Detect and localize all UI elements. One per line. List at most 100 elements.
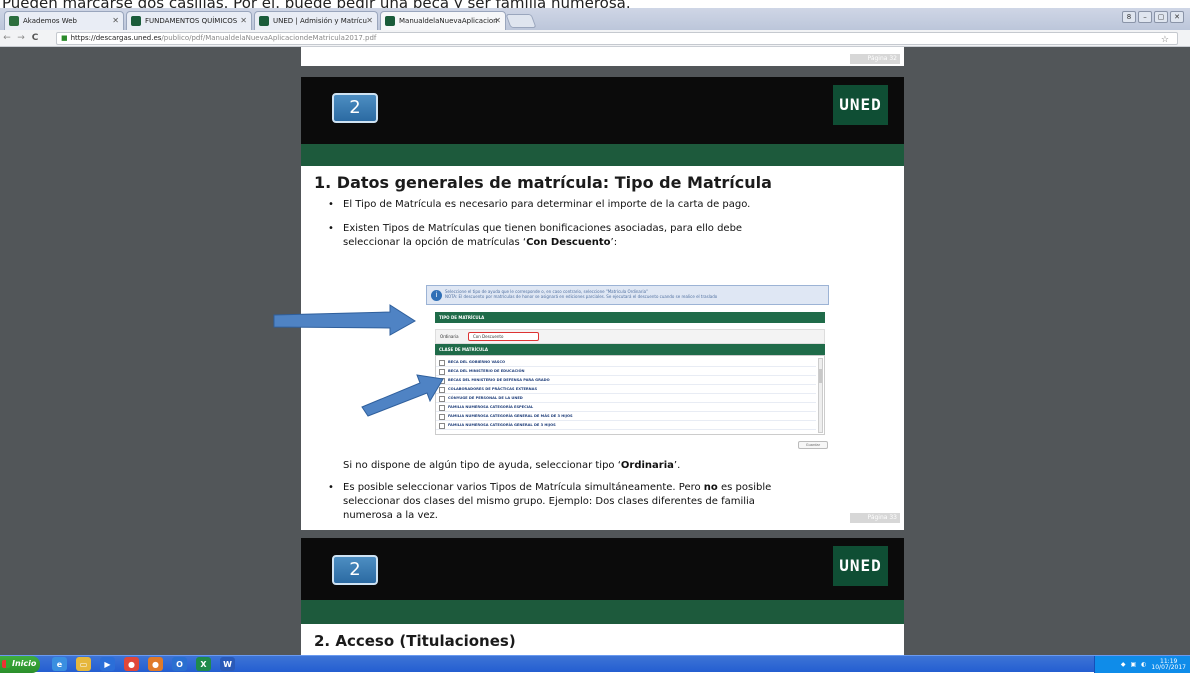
browser-toolbar: ← → C ■ https://descargas.uned.es/publico… (0, 30, 1190, 47)
excel-icon[interactable]: X (196, 657, 211, 671)
url-path: /publico/pdf/ManualdelaNuevaAplicacionde… (161, 34, 377, 42)
address-bar[interactable]: ■ https://descargas.uned.es/publico/pdf/M… (56, 32, 1178, 45)
tab-label: FUNDAMENTOS QUÍMICOS (145, 17, 238, 25)
bookmark-star-icon[interactable]: ☆ (1161, 35, 1169, 46)
bullet-dot-icon: • (328, 482, 334, 493)
ie-icon[interactable]: e (52, 657, 67, 671)
media-player-icon[interactable]: ▶ (100, 657, 115, 671)
slide-header-band (301, 538, 904, 600)
bullet-dot-icon: • (328, 199, 334, 210)
list-item: FAMILIA NUMEROSA CATEGORÍA GENERAL DE 3 … (436, 421, 816, 430)
highlight-box: Con Descuento (468, 332, 539, 341)
bullet-bold: no (703, 482, 718, 493)
section-number-box: 2 (332, 555, 378, 585)
outlook-icon[interactable]: O (172, 657, 187, 671)
forward-button[interactable]: → (14, 33, 28, 43)
close-icon[interactable]: ✕ (494, 16, 501, 25)
url-host: https://descargas.uned.es (70, 34, 162, 42)
page-number: Página 33 (850, 513, 900, 523)
close-icon[interactable]: ✕ (112, 16, 119, 25)
note-pre: Si no dispone de algún tipo de ayuda, se… (343, 460, 621, 471)
close-window-button[interactable]: ✕ (1170, 11, 1184, 23)
minimize-button[interactable]: – (1138, 11, 1152, 23)
note-bold: Ordinaria (620, 460, 674, 471)
list-scrollbar (818, 358, 823, 433)
tab-akademos[interactable]: Akademos Web ✕ (4, 11, 124, 30)
browser-tab-strip: Akademos Web ✕ FUNDAMENTOS QUÍMICOS ✕ UN… (0, 8, 1190, 30)
list-item: FAMILIA NUMEROSA CATEGORÍA ESPECIAL (436, 403, 816, 412)
tab-label: Akademos Web (23, 17, 77, 25)
word-icon[interactable]: W (220, 657, 235, 671)
bullet-text: Existen Tipos de Matrículas que tienen b… (343, 223, 743, 234)
bullet-text: numerosa a la vez. (343, 510, 438, 521)
embedded-screenshot: i Seleccione el tipo de ayuda que le cor… (426, 285, 829, 449)
window-controls: 8 – ▢ ✕ (1122, 11, 1184, 23)
option-list: BECA DEL GOBIERNO VASCO BECA DEL MINISTE… (435, 355, 825, 435)
system-tray: ◆ ▣ ◐ 11:19 10/07/2017 (1094, 656, 1190, 673)
tab-label: UNED | Admisión y Matrícu (273, 17, 367, 25)
list-item: FAMILIA NUMEROSA CATEGORÍA GENERAL DE MÁ… (436, 412, 816, 421)
folder-icon[interactable]: ▭ (76, 657, 91, 671)
list-item: BECA DEL MINISTERIO DE EDUCACIÓN (436, 367, 816, 376)
firefox-icon[interactable]: ● (148, 657, 163, 671)
reload-button[interactable]: C (28, 33, 42, 43)
info-text: NOTA: El descuento por matrículas de hon… (445, 294, 718, 299)
bullet-bold: Con Descuento (526, 237, 611, 248)
info-bar: i Seleccione el tipo de ayuda que le cor… (426, 285, 829, 305)
page-number: Página 32 (850, 54, 900, 64)
arrow-diagonal-icon (361, 374, 444, 417)
section-number-box: 2 (332, 93, 378, 123)
radio-con-descuento: Con Descuento (473, 334, 504, 339)
user-button[interactable]: 8 (1122, 11, 1136, 23)
bullet-text: es posible (717, 482, 772, 493)
list-item: BECA DEL GOBIERNO VASCO (436, 358, 816, 367)
pdf-page-previous: Página 32 (301, 47, 904, 66)
clock-date: 10/07/2017 (1151, 663, 1186, 671)
slide-title: 1. Datos generales de matrícula: Tipo de… (314, 173, 772, 192)
bullet-text: seleccionar la opción de matrículas ‘ (343, 237, 527, 248)
slide-green-band (301, 600, 904, 624)
start-label: Inicio (12, 659, 37, 668)
tab-manual-pdf[interactable]: ManualdelaNuevaAplicacion ✕ (380, 11, 506, 30)
pdf-viewer[interactable]: Página 32 2 UNED 1. Datos generales de m… (0, 47, 1190, 655)
lock-icon: ■ (61, 34, 68, 42)
uned-logo: UNED (833, 546, 888, 586)
list-item: BECAS DEL MINISTERIO DE DEFENSA PARA GRA… (436, 376, 816, 385)
slide-header-band (301, 77, 904, 144)
pdf-page-next: 2 UNED 2. Acceso (Titulaciones) (301, 538, 904, 655)
slide-green-band (301, 144, 904, 166)
uned-favicon-icon (385, 16, 395, 26)
clock[interactable]: 11:19 10/07/2017 (1151, 658, 1186, 671)
network-icon[interactable]: ▣ (1130, 661, 1136, 668)
list-item: CÓNYUGE DE PERSONAL DE LA UNED (436, 394, 816, 403)
close-icon[interactable]: ✕ (366, 16, 373, 25)
back-button[interactable]: ← (0, 33, 14, 43)
uned-favicon-icon (259, 16, 269, 26)
tab-label: ManualdelaNuevaAplicacion (399, 17, 498, 25)
bullet-text: Es posible seleccionar varios Tipos de M… (343, 482, 704, 493)
uned-logo: UNED (833, 85, 888, 125)
windows-flag-icon (2, 660, 10, 668)
bullet-text: ’: (610, 237, 618, 248)
tray-icon[interactable]: ◆ (1121, 661, 1126, 668)
tab-fundamentos[interactable]: FUNDAMENTOS QUÍMICOS ✕ (126, 11, 252, 30)
akademos-favicon-icon (9, 16, 19, 26)
radio-ordinaria: Ordinaria (440, 334, 459, 339)
new-tab-button[interactable] (505, 14, 537, 28)
bullet-dot-icon: • (328, 223, 334, 234)
list-item: COLABORADORES DE PRÁCTICAS EXTERNAS (436, 385, 816, 394)
bullet-item: • Es posible seleccionar varios Tipos de… (328, 481, 888, 523)
bullet-item: • Existen Tipos de Matrículas que tienen… (328, 222, 883, 250)
bullet-text: El Tipo de Matrícula es necesario para d… (343, 199, 751, 210)
start-button[interactable]: Inicio (0, 656, 40, 673)
chrome-icon[interactable]: ● (124, 657, 139, 671)
info-icon: i (431, 290, 442, 301)
arrow-right-icon (273, 304, 416, 336)
tab-admision[interactable]: UNED | Admisión y Matrícu ✕ (254, 11, 378, 30)
section-header: TIPO DE MATRÍCULA (435, 312, 825, 323)
uned-favicon-icon (131, 16, 141, 26)
close-icon[interactable]: ✕ (240, 16, 247, 25)
volume-icon[interactable]: ◐ (1141, 661, 1146, 668)
maximize-button[interactable]: ▢ (1154, 11, 1168, 23)
note-post: ’. (673, 460, 681, 471)
